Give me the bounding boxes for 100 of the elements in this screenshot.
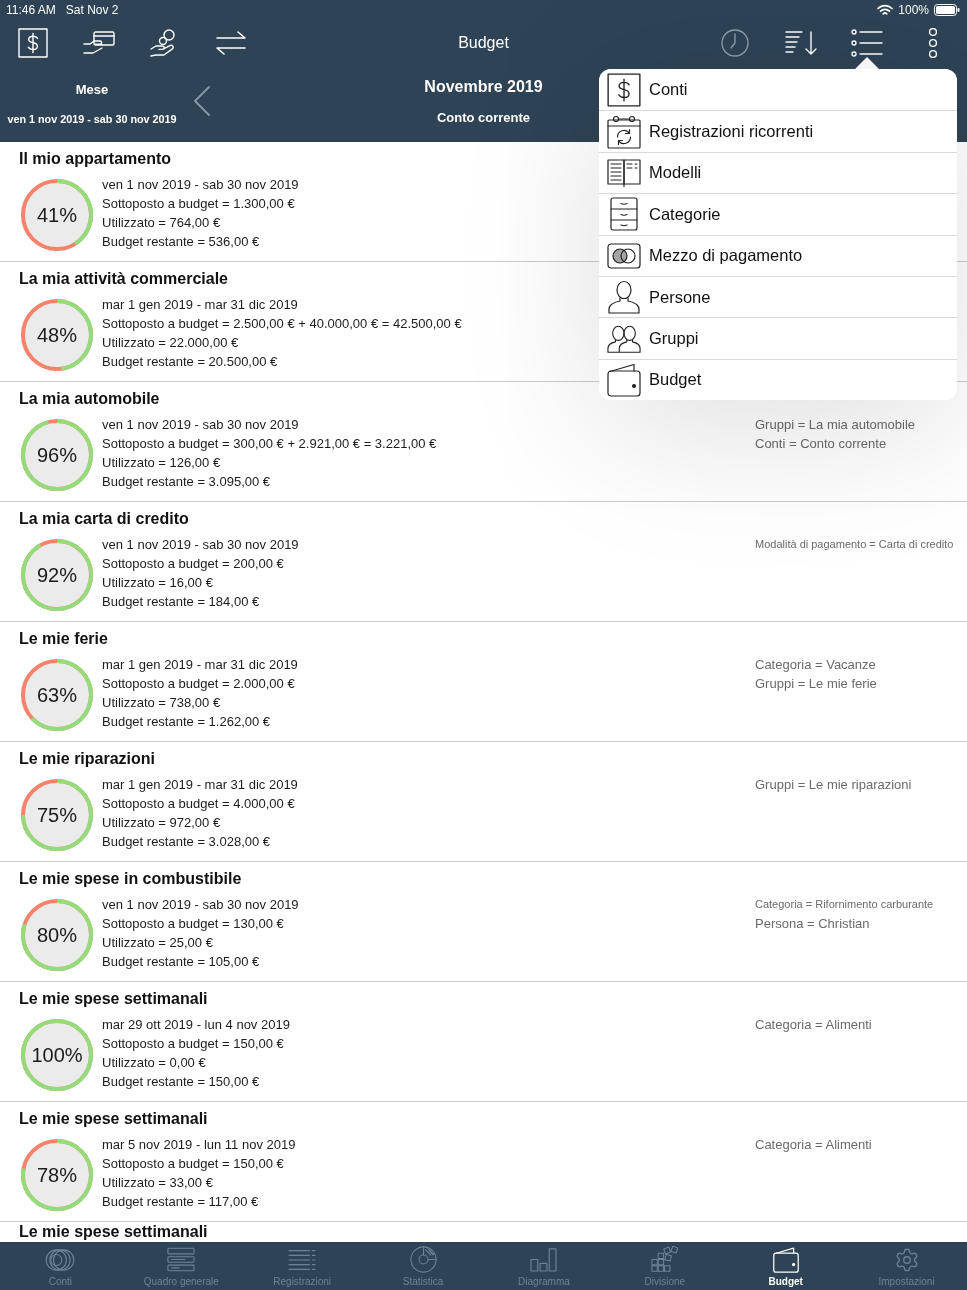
budget-period: mar 1 gen 2019 - mar 31 dic 2019 — [102, 776, 298, 794]
budget-title: Il mio appartamento — [19, 149, 172, 169]
menu-item[interactable]: Registrazioni ricorrenti — [599, 110, 957, 152]
percent-label: 63% — [37, 684, 77, 706]
budget-title: Le mie ferie — [19, 629, 108, 649]
drawers-icon — [610, 197, 638, 232]
budget-amount: Utilizzato = 972,00 € — [102, 814, 221, 832]
swap-arrows-icon[interactable] — [216, 30, 246, 55]
budget-amount: Budget restante = 20.500,00 € — [102, 353, 278, 371]
menu-item[interactable]: Categorie — [599, 193, 957, 235]
menu-item[interactable]: Persone — [599, 275, 957, 318]
menu-item[interactable]: Budget — [599, 358, 957, 401]
budget-filter: Categoria = Vacanze — [755, 656, 876, 674]
budget-amount: Sottoposto a budget = 4.000,00 € — [102, 795, 295, 813]
budget-period: mar 29 ott 2019 - lun 4 nov 2019 — [102, 1016, 290, 1034]
percent-label: 80% — [37, 924, 77, 946]
budget-amount: Sottoposto a budget = 200,00 € — [102, 555, 284, 573]
account-name: Conto corrente — [436, 109, 531, 127]
progress-ring — [21, 539, 93, 611]
table-rows-icon — [167, 1247, 196, 1272]
budget-filter: Gruppi = La mia automobile — [755, 416, 916, 434]
budget-filter: Persona = Christian — [755, 915, 870, 933]
back-chevron-icon[interactable] — [194, 86, 210, 116]
percent-label: 78% — [37, 1164, 77, 1186]
progress-ring — [21, 299, 93, 371]
budget-amount: Utilizzato = 126,00 € — [102, 454, 221, 472]
budget-amount: Budget restante = 117,00 € — [102, 1193, 259, 1211]
budget-amount: Utilizzato = 764,00 € — [102, 214, 221, 232]
wifi-icon — [877, 4, 894, 16]
hand-card-icon[interactable] — [83, 30, 115, 55]
person-icon — [608, 280, 640, 315]
progress-ring — [21, 1139, 93, 1211]
budget-amount: Utilizzato = 738,00 € — [102, 694, 221, 712]
progress-ring — [21, 659, 93, 731]
budget-title: Le mie spese in combustibile — [19, 869, 242, 889]
percent-label: 92% — [37, 564, 77, 586]
budget-amount: Budget restante = 3.095,00 € — [102, 473, 271, 491]
more-icon[interactable] — [928, 27, 938, 58]
budget-title: Le mie spese settimanali — [19, 1222, 208, 1242]
toolbar-title: Budget — [458, 33, 509, 52]
budget-amount: Sottoposto a budget = 2.000,00 € — [102, 675, 295, 693]
progress-ring — [21, 779, 93, 851]
percent-label: 48% — [37, 324, 77, 346]
budget-title: La mia carta di credito — [19, 509, 189, 529]
budget-filter: Modalità di pagamento = Carta di credito — [755, 537, 954, 552]
budget-amount: Utilizzato = 16,00 € — [102, 574, 213, 592]
battery-icon — [934, 4, 960, 16]
menu-item[interactable]: Modelli — [599, 151, 957, 194]
period-label: Mese — [75, 81, 109, 99]
budget-title: Le mie spese settimanali — [19, 989, 208, 1009]
budget-title: Le mie spese settimanali — [19, 1109, 208, 1129]
list-icon[interactable] — [851, 28, 883, 57]
budget-amount: Sottoposto a budget = 1.300,00 € — [102, 195, 295, 213]
budget-amount: Sottoposto a budget = 2.500,00 € + 40.000,00 € = 42.500,00 € — [102, 315, 462, 333]
list-lines-icon — [288, 1247, 317, 1272]
dollar-icon[interactable] — [18, 27, 48, 58]
progress-ring — [21, 899, 93, 971]
progress-ring — [21, 419, 93, 491]
bar-chart-icon — [530, 1247, 558, 1272]
wallet-icon — [772, 1246, 799, 1273]
percent-label: 75% — [37, 804, 77, 826]
popover-arrow — [855, 57, 879, 69]
menu-item[interactable]: Mezzo di pagamento — [599, 234, 957, 276]
budget-period: mar 1 gen 2019 - mar 31 dic 2019 — [102, 656, 298, 674]
budget-period: mar 5 nov 2019 - lun 11 nov 2019 — [102, 1136, 296, 1154]
budget-period: ven 1 nov 2019 - sab 30 nov 2019 — [102, 176, 299, 194]
budget-period: mar 1 gen 2019 - mar 31 dic 2019 — [102, 296, 298, 314]
status-date: Sat Nov 2 — [65, 3, 119, 17]
card-circles-icon — [607, 242, 641, 269]
budget-amount: Sottoposto a budget = 300,00 € + 2.921,00 € = 3.221,00 € — [102, 435, 437, 453]
percent-label: 96% — [37, 444, 77, 466]
percent-label: 100% — [31, 1044, 83, 1066]
budget-amount: Utilizzato = 0,00 € — [102, 1054, 206, 1072]
dollar-icon — [607, 72, 641, 107]
wallet-icon — [607, 362, 641, 397]
menu-item[interactable]: Gruppi — [599, 317, 957, 359]
budget-amount: Budget restante = 105,00 € — [102, 953, 260, 971]
tab[interactable]: Budget — [725, 1242, 847, 1290]
budget-period: ven 1 nov 2019 - sab 30 nov 2019 — [102, 536, 299, 554]
progress-ring — [21, 1019, 93, 1091]
budget-amount: Budget restante = 150,00 € — [102, 1073, 260, 1091]
budget-amount: Utilizzato = 33,00 € — [102, 1174, 213, 1192]
sort-icon[interactable] — [785, 29, 817, 56]
budget-filter: Conti = Conto corrente — [755, 435, 887, 453]
budget-filter: Categoria = Alimenti — [755, 1016, 872, 1034]
clock-icon[interactable] — [721, 28, 749, 57]
status-time: 11:46 AM — [6, 3, 56, 17]
battery-percent: 100% — [898, 3, 929, 17]
budget-amount: Budget restante = 184,00 € — [102, 593, 260, 611]
budget-amount: Budget restante = 536,00 € — [102, 233, 260, 251]
month-title: Novembre 2019 — [424, 77, 543, 97]
book-icon — [607, 158, 641, 187]
budget-period: ven 1 nov 2019 - sab 30 nov 2019 — [102, 896, 299, 914]
coins-icon — [45, 1247, 76, 1272]
budget-amount: Budget restante = 3.028,00 € — [102, 833, 271, 851]
budget-amount: Budget restante = 1.262,00 € — [102, 713, 271, 731]
budget-filter: Gruppi = Le mie ferie — [755, 675, 877, 693]
tiles-icon — [651, 1246, 679, 1273]
budget-period: ven 1 nov 2019 - sab 30 nov 2019 — [102, 416, 299, 434]
pie-chart-icon — [409, 1246, 437, 1273]
